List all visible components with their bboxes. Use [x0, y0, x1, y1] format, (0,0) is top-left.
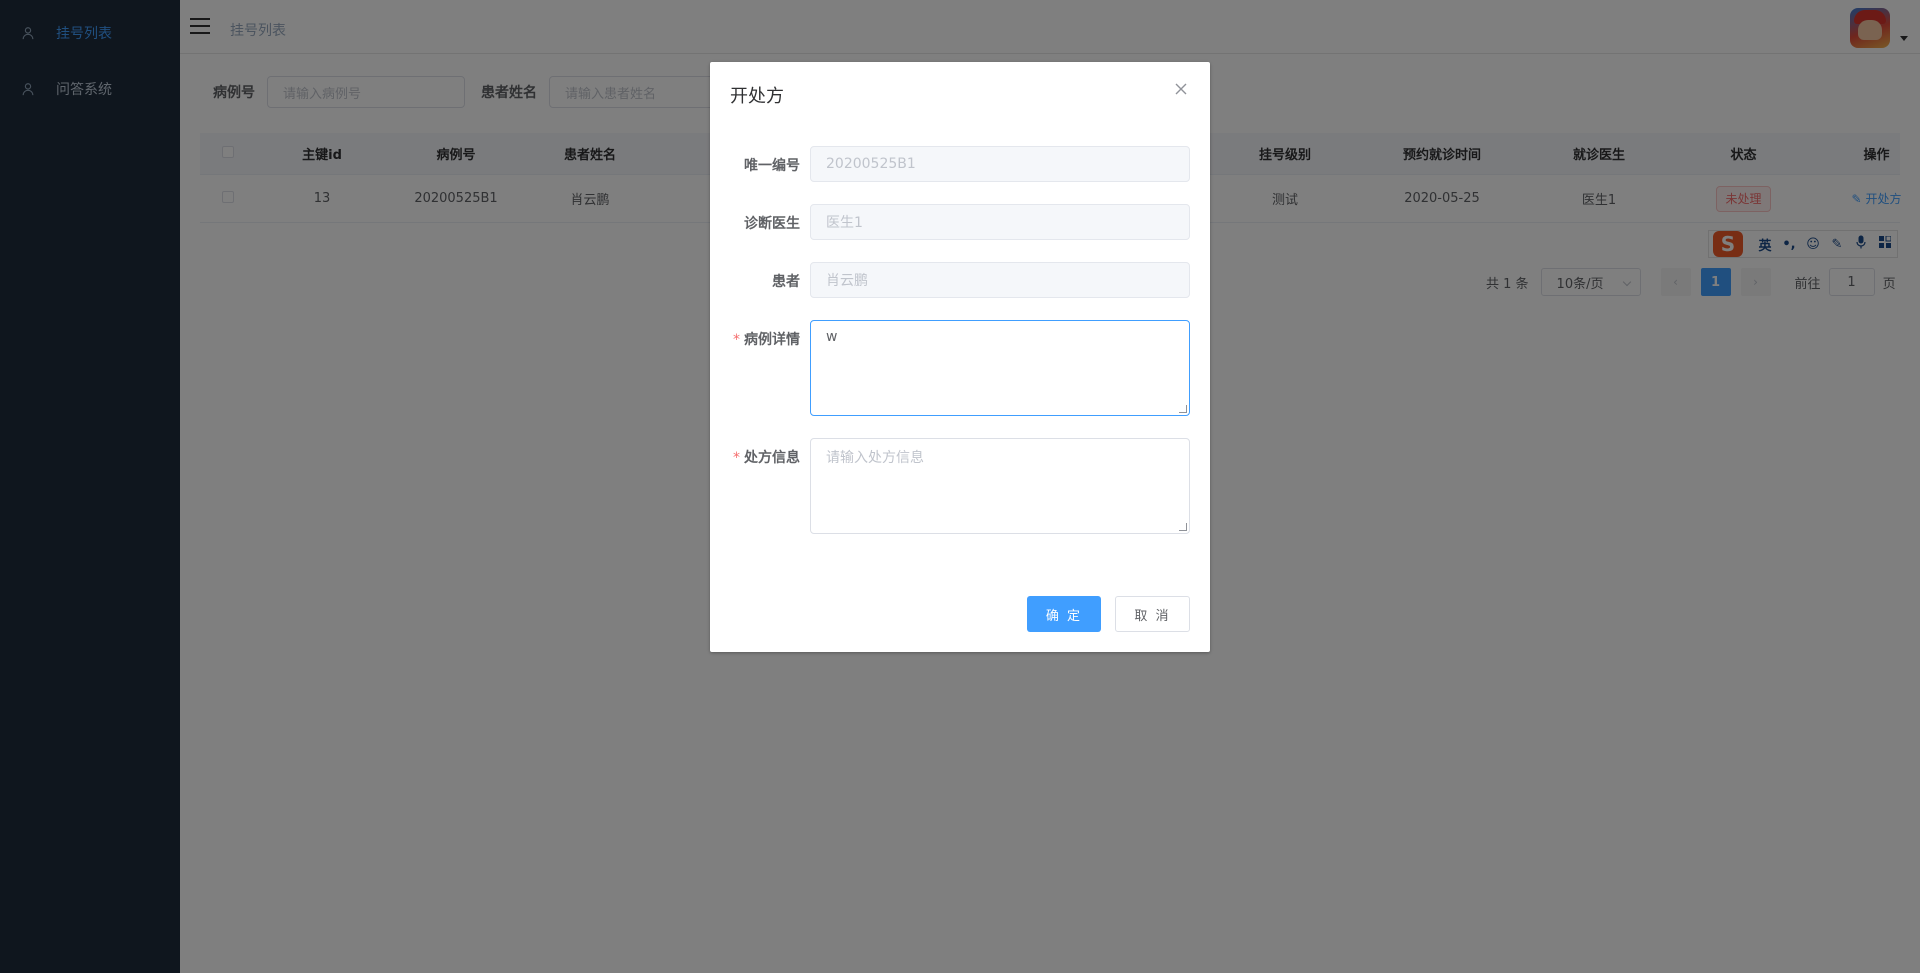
prescription-label: * 处方信息 [733, 450, 800, 466]
prescription-textarea[interactable]: 请输入处方信息 [810, 438, 1190, 534]
uid-label: 唯一编号 [744, 158, 800, 174]
prescription-placeholder: 请输入处方信息 [826, 450, 924, 466]
close-icon[interactable] [1174, 82, 1190, 98]
patient-label: 患者 [772, 274, 800, 290]
cancel-button[interactable]: 取 消 [1115, 596, 1190, 632]
confirm-button[interactable]: 确 定 [1027, 596, 1101, 632]
resize-handle-icon[interactable] [1179, 405, 1187, 413]
resize-handle-icon[interactable] [1179, 523, 1187, 531]
prescription-dialog: 开处方 唯一编号 20200525B1 诊断医生 医生1 患者 肖云鹏 * 病例详… [710, 62, 1210, 652]
doctor-label: 诊断医生 [744, 216, 800, 232]
dialog-title: 开处方 [730, 86, 784, 107]
doctor-field: 医生1 [810, 204, 1190, 240]
uid-field: 20200525B1 [810, 146, 1190, 182]
case-detail-textarea[interactable]: w [810, 320, 1190, 416]
case-detail-label: * 病例详情 [733, 332, 800, 348]
patient-field: 肖云鹏 [810, 262, 1190, 298]
case-detail-value: w [826, 329, 838, 345]
